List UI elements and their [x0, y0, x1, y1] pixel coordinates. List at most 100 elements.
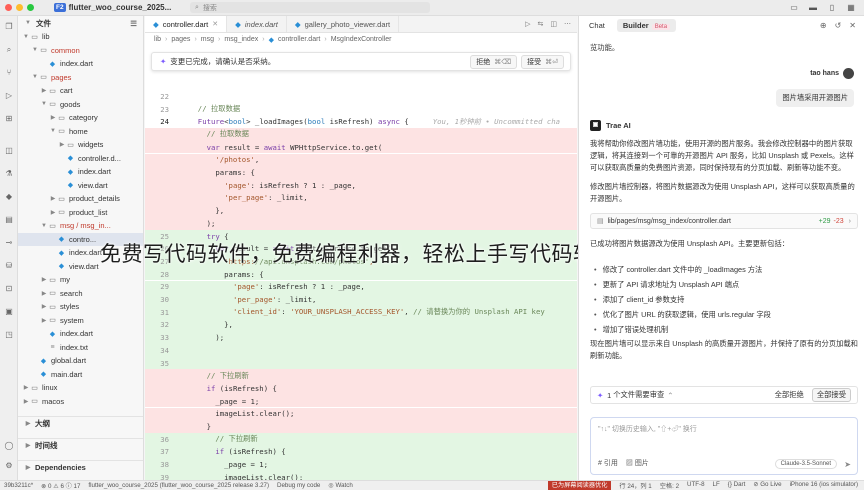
folder-item[interactable]: ▶ ▭ search [18, 287, 143, 300]
status-item-watch[interactable]: ◎ Watch [328, 482, 352, 489]
file-item[interactable]: ≡ index.txt [18, 341, 143, 354]
folder-item[interactable]: ▶ ▭ my [18, 273, 143, 286]
remote-icon[interactable]: ◫ [4, 146, 14, 156]
explorer-header[interactable]: ▼ 文件 ☰ [18, 16, 143, 30]
diff-icon[interactable]: ⇆ [538, 20, 544, 28]
deleted-code-line[interactable]: '/photos', [145, 153, 577, 167]
chat-input[interactable]: "↑↓" 切换历史输入, "⇧+⏎" 换行 # 引用 ▨ 图片 Claude-3… [590, 417, 858, 475]
deleted-code-line[interactable]: 'per_page': _limit, [145, 191, 577, 205]
deleted-code-line[interactable]: params: { [145, 166, 577, 179]
screen-reader-status[interactable]: 已为屏幕阅读器优化 [547, 481, 612, 490]
added-code-line[interactable]: 29 'page': isRefresh ? 1 : _page, [145, 280, 577, 294]
changed-file-card[interactable]: ▤ lib/pages/msg/msg_index/controller.dar… [590, 213, 858, 229]
close-panel-icon[interactable]: ✕ [849, 21, 856, 30]
image-button[interactable]: ▨ 图片 [626, 458, 649, 468]
tab-controller-dart[interactable]: ◆ controller.dart ✕ [145, 16, 228, 32]
flutter-icon[interactable]: ◆ [4, 192, 14, 202]
status-item-branch[interactable]: 39b3211c* [4, 482, 33, 489]
folder-item[interactable]: ▶ ▭ styles [18, 300, 143, 313]
code-line[interactable]: 23 // 拉取数据 [145, 103, 577, 116]
files-icon[interactable]: ❐ [4, 22, 14, 32]
folder-item[interactable]: ▼ ▭ common [18, 44, 143, 57]
panel-left-icon[interactable]: ▭ [789, 3, 799, 12]
added-code-line[interactable]: 34 [145, 344, 577, 357]
history-icon[interactable]: ↺ [835, 21, 842, 30]
tab-chat[interactable]: Chat [589, 21, 605, 30]
status-item-project[interactable]: flutter_woo_course_2025 (flutter_woo_cou… [88, 482, 269, 489]
deleted-code-line[interactable]: var result = await WPHttpService.to.get( [145, 140, 577, 154]
chart-icon[interactable]: ⊡ [4, 284, 14, 294]
folder-item[interactable]: ▼ ▭ lib [18, 30, 143, 43]
file-item[interactable]: ◆ index.dart [18, 57, 143, 70]
accept-button[interactable]: 接受 ⌘⏎ [521, 54, 564, 69]
added-code-line[interactable]: 38 _page = 1; [145, 458, 577, 471]
more-icon[interactable]: ⋯ [564, 20, 571, 28]
breadcrumb-item[interactable]: MsgIndexController [331, 36, 392, 43]
send-icon[interactable]: ➤ [844, 460, 851, 469]
settings-icon[interactable]: ⚙ [4, 461, 14, 471]
git-graph-icon[interactable]: ⊸ [4, 238, 14, 248]
status-item-device[interactable]: iPhone 16 (ios simulator) [790, 481, 858, 490]
file-item[interactable]: ◆ index.dart [18, 327, 143, 340]
breadcrumb-item[interactable]: lib [154, 36, 161, 43]
added-code-line[interactable]: 30 'per_page': _limit, [145, 293, 577, 306]
extensions-icon[interactable]: ⊞ [4, 114, 14, 124]
search-icon[interactable]: ⌕ [4, 45, 14, 55]
folder-item[interactable]: ▶ ▭ cart [18, 84, 143, 97]
split-editor-icon[interactable]: ◫ [550, 20, 557, 28]
tab-builder[interactable]: Builder Beta [616, 19, 677, 32]
file-item[interactable]: ◆ controller.d... [18, 152, 143, 165]
status-item-debug[interactable]: Debug my code [277, 482, 320, 489]
deleted-code-line[interactable]: 'page': isRefresh ? 1 : _page, [145, 178, 577, 192]
file-item[interactable]: ◆ index.dart [18, 165, 143, 178]
added-code-line[interactable]: 31 'client_id': 'YOUR_UNSPLASH_ACCESS_KE… [145, 305, 577, 319]
project-name[interactable]: flutter_woo_course_2025... [69, 3, 172, 12]
dependencies-section[interactable]: ▶ Dependencies [18, 460, 143, 474]
database-icon[interactable]: ⛁ [4, 261, 14, 271]
deleted-code-line[interactable]: }, [145, 204, 577, 217]
timeline-section[interactable]: ▶ 时间线 [18, 438, 143, 452]
deleted-code-line[interactable]: } [145, 420, 577, 433]
test-icon[interactable]: ⚗ [4, 169, 14, 179]
minimize-window-button[interactable] [16, 4, 23, 11]
breadcrumb-item[interactable]: pages [171, 36, 190, 43]
account-icon[interactable]: ◯ [4, 441, 14, 451]
chevron-up-icon[interactable]: ⌃ [667, 391, 673, 400]
folder-item[interactable]: ▼ ▭ pages [18, 71, 143, 84]
added-code-line[interactable]: 37 if (isRefresh) { [145, 445, 577, 459]
outline-section[interactable]: ▶ 大纲 [18, 416, 143, 430]
deleted-code-line[interactable]: ); [145, 217, 577, 230]
docker-icon[interactable]: ◳ [4, 330, 14, 340]
deleted-code-line[interactable]: // 下拉刷新 [145, 369, 577, 383]
status-item-go-live[interactable]: ⊘ Go Live [753, 481, 781, 490]
status-item-indent[interactable]: 空格: 2 [660, 481, 679, 490]
folder-item[interactable]: ▶ ▭ product_details [18, 192, 143, 205]
reject-button[interactable]: 拒绝 ⌘⌫ [470, 54, 518, 69]
deleted-code-line[interactable]: if (isRefresh) { [145, 382, 577, 395]
status-item-eol[interactable]: LF [713, 481, 720, 490]
status-item-encoding[interactable]: UTF-8 [687, 481, 705, 490]
folder-item[interactable]: ▶ ▭ system [18, 314, 143, 327]
file-item[interactable]: ◆ global.dart [18, 354, 143, 367]
maximize-window-button[interactable] [27, 4, 34, 11]
breadcrumb-item[interactable]: controller.dart [278, 36, 320, 43]
folder-item[interactable]: ▶ ▭ macos [18, 395, 143, 408]
code-view[interactable]: 22 23 // 拉取数据 24 Future<bool> _loadImages(… [145, 90, 577, 484]
added-code-line[interactable]: 35 [145, 356, 577, 370]
terminal-icon[interactable]: ▣ [4, 307, 14, 317]
layout-icon[interactable]: ▦ [846, 3, 856, 12]
deleted-code-line[interactable]: _page = 1; [145, 394, 577, 408]
file-item[interactable]: ◆ main.dart [18, 368, 143, 381]
added-code-line[interactable]: 33 ); [145, 331, 577, 344]
status-item-problems[interactable]: ⊗ 0 ⚠ 6 ⓘ 17 [41, 481, 80, 490]
added-code-line[interactable]: 32 }, [145, 318, 577, 332]
close-window-button[interactable] [5, 4, 12, 11]
tab-index-dart[interactable]: ◆ index.dart [227, 16, 287, 32]
close-tab-icon[interactable]: ✕ [212, 20, 218, 28]
added-code-line[interactable]: 28 params: { [145, 267, 577, 281]
breadcrumb-item[interactable]: msg [201, 36, 214, 43]
new-chat-icon[interactable]: ⊕ [820, 21, 827, 30]
folder-item[interactable]: ▶ ▭ widgets [18, 138, 143, 151]
code-line[interactable]: 24 Future<bool> _loadImages(bool isRefre… [145, 115, 577, 128]
debug-icon[interactable]: ▷ [4, 91, 14, 101]
